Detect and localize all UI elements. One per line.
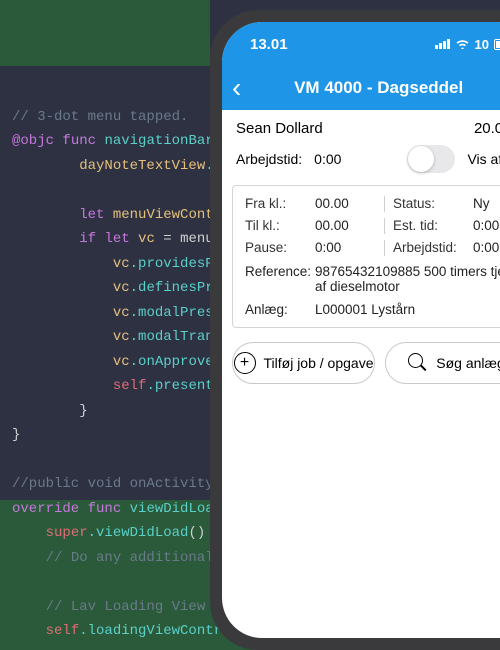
nav-bar: ‹ VM 4000 - Dagseddel: [222, 66, 500, 110]
battery-percent: 10: [475, 37, 489, 52]
search-icon: [408, 353, 428, 373]
background-band: [0, 0, 210, 66]
wifi-icon: [455, 37, 470, 52]
search-anlaeg-button[interactable]: Søg anlæg: [385, 342, 500, 384]
to-value: 00.00: [315, 218, 375, 233]
to-label: Til kl.:: [245, 218, 315, 233]
battery-icon: [494, 39, 500, 50]
pause-label: Pause:: [245, 240, 315, 255]
status-bar: 13.01 10: [222, 22, 500, 66]
status-label: Status:: [393, 196, 473, 211]
worktime-value: 0:00: [314, 151, 341, 167]
show-completed-toggle[interactable]: [407, 145, 455, 173]
est-value: 0:00: [473, 218, 500, 233]
anlaeg-label: Anlæg:: [245, 302, 315, 317]
worktime-label: Arbejdstid:: [236, 151, 302, 167]
job-card[interactable]: Fra kl.: 00.00 Status: Ny Til kl.: 00.00…: [232, 185, 500, 328]
phone-frame: 13.01 10 ‹ VM 4000 - Dagseddel Sean Doll…: [210, 10, 500, 650]
reference-label: Reference:: [245, 264, 315, 294]
plus-icon: +: [234, 352, 256, 374]
nav-title: VM 4000 - Dagseddel: [229, 78, 500, 98]
from-label: Fra kl.:: [245, 196, 315, 211]
from-value: 00.00: [315, 196, 375, 211]
add-job-label: Tilføj job / opgave: [264, 355, 374, 371]
user-name: Sean Dollard: [236, 120, 323, 137]
reference-value: 98765432109885 500 timers tjek af diesel…: [315, 264, 500, 294]
date-value: 20.02.2: [474, 120, 500, 137]
pause-value: 0:00: [315, 240, 375, 255]
arb-value: 0:00: [473, 240, 500, 255]
arb-label: Arbejdstid:: [393, 240, 473, 255]
est-label: Est. tid:: [393, 218, 473, 233]
search-anlaeg-label: Søg anlæg: [436, 355, 500, 371]
phone-screen: 13.01 10 ‹ VM 4000 - Dagseddel Sean Doll…: [222, 22, 500, 638]
status-time: 13.01: [250, 36, 288, 53]
add-job-button[interactable]: + Tilføj job / opgave: [232, 342, 375, 384]
toggle-label: Vis afslut: [467, 151, 500, 167]
status-value: Ny: [473, 196, 500, 211]
anlaeg-value: L000001 Lystårn: [315, 302, 500, 317]
signal-icon: [435, 39, 450, 49]
